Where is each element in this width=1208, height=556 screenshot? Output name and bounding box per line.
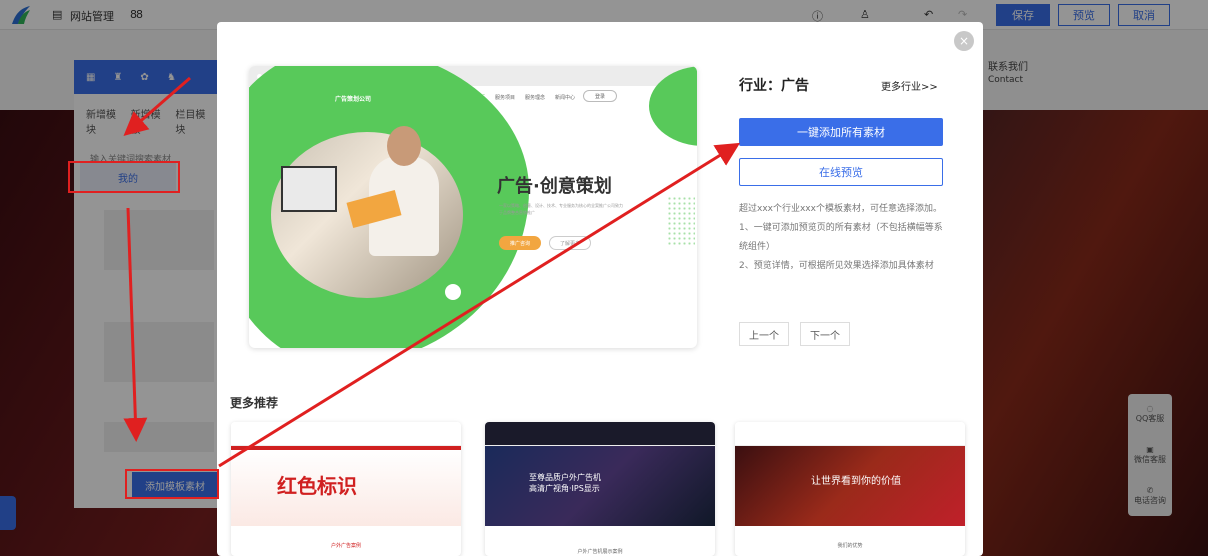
head-shape <box>387 126 421 166</box>
play-icon <box>443 282 463 302</box>
card-caption: 户外广告案例 <box>330 543 361 549</box>
more-recommend-heading: 更多推荐 <box>230 396 279 410</box>
add-all-button[interactable]: 一键添加所有素材 <box>739 118 943 146</box>
preview-nav: 首页 服务项目 服务理念 新闻中心 <box>475 95 576 101</box>
prev-button[interactable]: 上一个 <box>739 322 789 346</box>
industry-title: 行业：广告 <box>739 78 809 94</box>
close-icon[interactable]: × <box>954 31 974 51</box>
monitor-shape <box>281 166 337 212</box>
recommend-card[interactable]: 至尊品质户外广告机 高清广视角·IPS显示 户外广告机展示案例 <box>485 422 715 556</box>
preview-nav-button: 登录 <box>583 90 617 102</box>
annotation-box <box>125 469 219 499</box>
card-headline: 让世界看到你的价值 <box>811 476 901 487</box>
card-caption: 户外广告机展示案例 <box>577 549 623 555</box>
info-text: 超过xxx个行业xxx个模板素材，可任意选择添加。 1、一键可添加预览页的所有素… <box>739 204 943 271</box>
more-industry-link[interactable]: 更多行业>> <box>881 78 938 93</box>
recommend-card[interactable]: 让世界看到你的价值 我们的优势 <box>735 422 965 556</box>
preview-secondary-button: 了解更多 <box>549 236 591 250</box>
template-preview: 广告策划公司 首页 服务项目 服务理念 新闻中心 登录 广告·创意策划 一家以策… <box>249 66 697 348</box>
template-modal: × 广告策划公司 首页 服务项目 服务理念 新闻中心 登录 广告·创意策划 一家… <box>217 22 983 556</box>
card-caption: 我们的优势 <box>837 543 863 549</box>
online-preview-button[interactable]: 在线预览 <box>739 158 943 186</box>
card-headline: 至尊品质户外广告机 高清广视角·IPS显示 <box>529 473 601 493</box>
annotation-box <box>68 161 180 193</box>
preview-primary-button: 推广咨询 <box>499 236 541 250</box>
preview-title: 广告·创意策划 <box>497 176 612 197</box>
dot-pattern <box>667 196 695 246</box>
card-headline: 红色标识 <box>277 474 357 498</box>
preview-logo: 广告策划公司 <box>335 96 372 103</box>
recommend-card[interactable]: 红色标识 户外广告案例 <box>231 422 461 556</box>
preview-desc: 一家以策略、创意、设计、技术、专业服务为核心的全案推广公司致力于品牌整合营销推广 <box>499 203 623 215</box>
next-button[interactable]: 下一个 <box>800 322 850 346</box>
